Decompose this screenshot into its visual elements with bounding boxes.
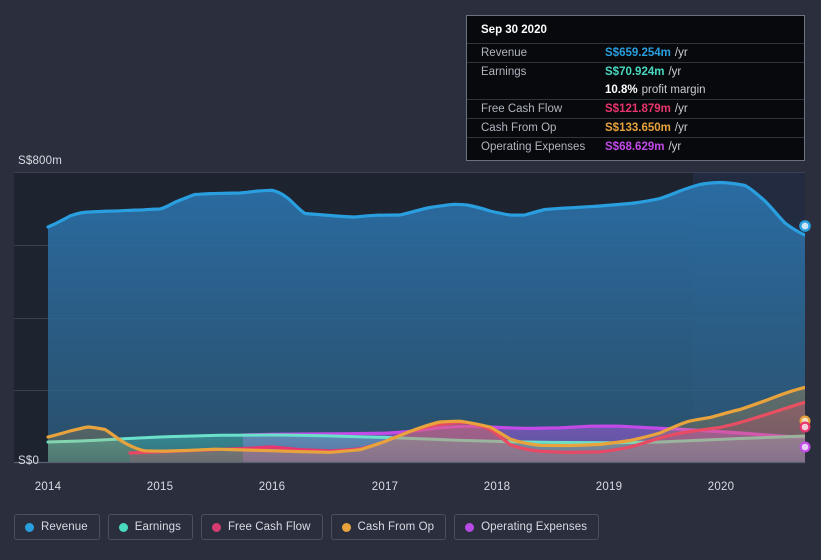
x-tick-2016: 2016 <box>258 481 286 493</box>
legend-item-revenue[interactable]: Revenue <box>14 514 100 540</box>
legend-item-operating-expenses[interactable]: Operating Expenses <box>454 514 600 540</box>
legend-dot-operating-expenses-icon <box>465 522 475 532</box>
x-tick-2019: 2019 <box>595 481 623 493</box>
tooltip-value-revenue: S$659.254m <box>605 47 671 59</box>
tooltip-value-free-cash-flow: S$121.879m <box>605 103 671 115</box>
tooltip-key-cash-from-op: Cash From Op <box>481 122 557 134</box>
tooltip-row-profit-margin: 10.8% profit margin <box>467 81 804 99</box>
tooltip-suffix-free-cash-flow: /yr <box>674 103 688 115</box>
tooltip-key-revenue: Revenue <box>481 47 528 59</box>
tooltip-suffix-revenue: /yr <box>674 47 688 59</box>
tooltip-suffix-operating-expenses: /yr <box>668 141 682 153</box>
tooltip-suffix-cash-from-op: /yr <box>674 122 688 134</box>
tooltip-suffix-profit-margin: profit margin <box>641 84 706 96</box>
tooltip-key-earnings: Earnings <box>481 66 527 78</box>
legend-item-free-cash-flow[interactable]: Free Cash Flow <box>200 514 323 540</box>
tooltip-key-operating-expenses: Operating Expenses <box>481 141 586 153</box>
tooltip-row-cash-from-op: Cash From Op S$133.650m /yr <box>467 118 804 137</box>
x-tick-2014: 2014 <box>34 481 62 493</box>
endpoint-revenue <box>799 220 811 232</box>
chart-tooltip: Sep 30 2020 Revenue S$659.254m /yr Earni… <box>466 15 805 161</box>
x-tick-2020: 2020 <box>707 481 735 493</box>
endpoint-operating-expenses <box>799 441 811 453</box>
tooltip-key-free-cash-flow: Free Cash Flow <box>481 103 563 115</box>
chart-legend: Revenue Earnings Free Cash Flow Cash Fro… <box>14 514 600 540</box>
tooltip-row-operating-expenses: Operating Expenses S$68.629m /yr <box>467 137 804 156</box>
legend-item-earnings[interactable]: Earnings <box>107 514 193 540</box>
legend-dot-revenue-icon <box>25 522 34 532</box>
tooltip-value-profit-margin: 10.8% <box>605 84 638 96</box>
tooltip-row-revenue: Revenue S$659.254m /yr <box>467 43 804 62</box>
tooltip-suffix-earnings: /yr <box>668 66 682 78</box>
x-tick-2017: 2017 <box>371 481 399 493</box>
x-tick-2015: 2015 <box>146 481 174 493</box>
tooltip-row-earnings: Earnings S$70.924m /yr <box>467 62 804 81</box>
legend-dot-free-cash-flow-icon <box>211 522 221 532</box>
legend-dot-earnings-icon <box>118 522 128 532</box>
legend-dot-cash-from-op-icon <box>341 522 351 532</box>
legend-label-operating-expenses: Operating Expenses <box>481 521 588 533</box>
tooltip-value-earnings: S$70.924m <box>605 66 665 78</box>
tooltip-row-free-cash-flow: Free Cash Flow S$121.879m /yr <box>467 99 804 118</box>
tooltip-value-cash-from-op: S$133.650m <box>605 122 671 134</box>
financial-chart-page: S$800m S$0 2014 2015 2016 2017 2018 2019… <box>0 0 821 560</box>
legend-label-free-cash-flow: Free Cash Flow <box>227 521 311 533</box>
legend-item-cash-from-op[interactable]: Cash From Op <box>330 514 447 540</box>
endpoint-free-cash-flow <box>799 421 811 433</box>
x-tick-2018: 2018 <box>483 481 511 493</box>
tooltip-value-operating-expenses: S$68.629m <box>605 141 665 153</box>
legend-label-earnings: Earnings <box>134 521 181 533</box>
tooltip-date: Sep 30 2020 <box>481 24 547 36</box>
legend-label-revenue: Revenue <box>41 521 88 533</box>
legend-label-cash-from-op: Cash From Op <box>357 521 435 533</box>
